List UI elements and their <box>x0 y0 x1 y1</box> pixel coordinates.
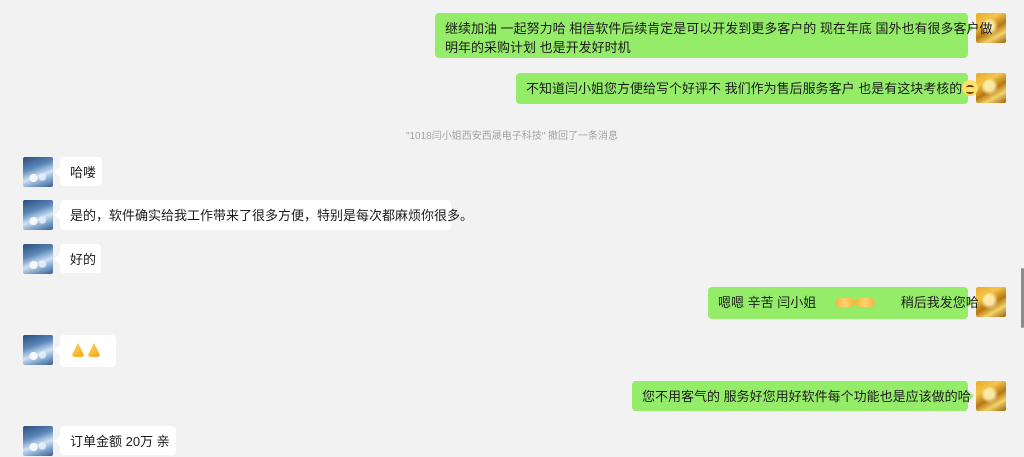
chat-bubble-incoming[interactable]: 是的，软件确实给我工作带来了很多方便，特别是每次都麻烦你很多。 <box>60 200 473 230</box>
handshake-emoji-icon <box>835 296 856 309</box>
message-text: 是的，软件确实给我工作带来了很多方便，特别是每次都麻烦你很多。 <box>70 208 474 223</box>
smile-emoji-icon <box>962 80 979 96</box>
contact-avatar[interactable] <box>23 200 53 230</box>
self-avatar[interactable] <box>976 73 1006 103</box>
chat-bubble-outgoing[interactable]: 不知道闫小姐您方便给写个好评不 我们作为售后服务客户 也是有这块考核的 <box>516 73 979 104</box>
contact-avatar[interactable] <box>23 244 53 274</box>
chat-bubble-incoming[interactable]: 订单金额 20万 亲 <box>60 426 176 455</box>
contact-avatar[interactable] <box>23 157 53 187</box>
pray-emoji-icon <box>86 342 102 358</box>
contact-avatar[interactable] <box>23 335 53 365</box>
chat-bubble-incoming[interactable]: 哈喽 <box>60 157 102 186</box>
message-text: 明年的采购计划 也是开发好时机 <box>445 40 631 55</box>
message-text: 稍后我发您哈 <box>900 295 979 310</box>
chat-bubble-outgoing[interactable]: 继续加油 一起努力哈 相信软件后续肯定是可以开发到更多客户的 现在年底 国外也有… <box>435 13 993 58</box>
pray-emoji-icon <box>70 342 86 358</box>
message-text: 哈喽 <box>70 165 97 180</box>
chat-bubble-outgoing[interactable]: 您不用客气的 服务好您用好软件每个功能也是应该做的哈 <box>632 381 971 411</box>
self-avatar[interactable] <box>976 287 1006 317</box>
chat-bubble-incoming[interactable]: 好的 <box>60 244 101 273</box>
message-text: 好的 <box>70 252 97 267</box>
message-text: 订单金额 20万 亲 <box>70 434 170 449</box>
chat-bubble-outgoing[interactable]: 嗯嗯 辛苦 闫小姐 稍后我发您哈 <box>708 287 979 319</box>
handshake-emoji-icon <box>855 296 876 309</box>
contact-avatar[interactable] <box>23 426 53 456</box>
chat-bubble-incoming[interactable] <box>60 335 116 367</box>
self-avatar[interactable] <box>976 381 1006 411</box>
chat-message-area: 继续加油 一起努力哈 相信软件后续肯定是可以开发到更多客户的 现在年底 国外也有… <box>0 0 1024 457</box>
recalled-message-notice: "1018闫小姐西安西晟电子科技" 撤回了一条消息 <box>405 131 619 142</box>
message-text: 您不用客气的 服务好您用好软件每个功能也是应该做的哈 <box>642 389 971 404</box>
message-text: 不知道闫小姐您方便给写个好评不 我们作为售后服务客户 也是有这块考核的 <box>526 81 963 96</box>
message-text: 嗯嗯 辛苦 闫小姐 <box>718 295 817 310</box>
message-text: 继续加油 一起努力哈 相信软件后续肯定是可以开发到更多客户的 现在年底 国外也有… <box>445 21 993 36</box>
